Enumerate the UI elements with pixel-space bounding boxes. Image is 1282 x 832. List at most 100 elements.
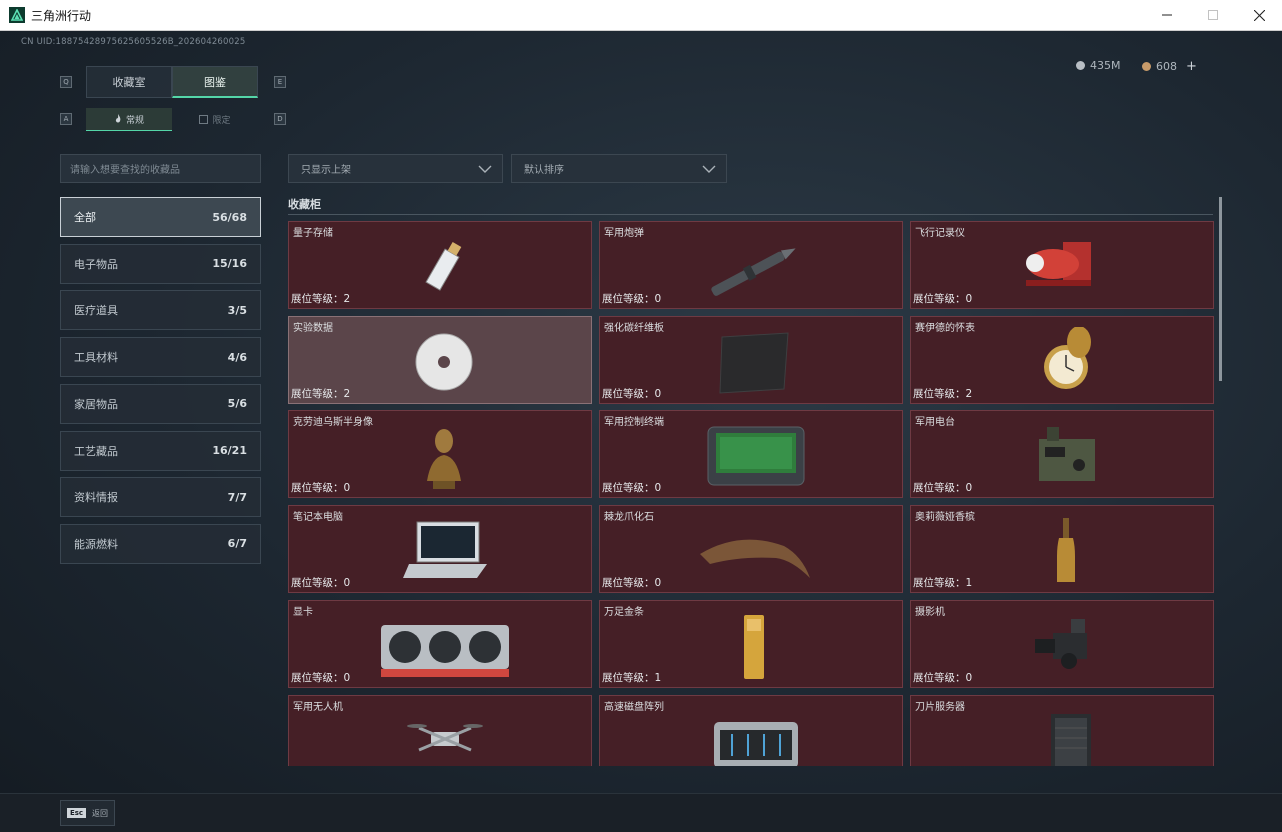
category-label: 全部 [74,211,96,224]
collection-card[interactable]: 棘龙爪化石 展位等级：0 [599,505,903,594]
flame-icon [115,114,121,123]
collection-card[interactable]: 量子存储 展位等级：2 [288,221,592,309]
level-value: 0 [343,577,351,590]
collection-card[interactable]: 奥莉薇娅香槟 展位等级：1 [910,505,1214,594]
collection-card[interactable]: 刀片服务器 [910,694,1214,766]
level-value: 2 [343,293,351,305]
category-item[interactable]: 全部 56/68 [60,197,261,237]
item-name: 军用炮弹 [604,228,644,239]
item-level: 展位等级：1 [602,670,661,685]
military-radio-icon [1039,427,1095,482]
sort-dropdown[interactable]: 默认排序 [511,154,727,183]
silver-amount: 435M [1090,59,1121,72]
player-uid: CN UID:18875428975625605526B_20260426002… [21,37,246,47]
back-button[interactable]: Esc 返回 [60,800,115,826]
gold-bar-icon [744,614,764,679]
category-count: 15/16 [212,257,247,271]
collection-card[interactable]: 高速磁盘阵列 [599,694,903,766]
collection-card[interactable]: 万足金条展位等级：1 [599,599,903,688]
category-count: 4/6 [227,350,247,364]
level-value: 0 [965,482,973,495]
pocket-watch-icon [1044,326,1091,389]
key-hint-q: Q [60,76,72,88]
item-name: 克劳迪乌斯半身像 [293,417,373,429]
collection-card[interactable]: 军用无人机 [288,694,592,766]
minimize-button[interactable] [1144,0,1190,31]
collection-card[interactable]: 笔记本电脑 展位等级：0 [288,505,592,594]
currency-bronze: 608 + [1142,59,1197,74]
carbon-plate-icon [719,332,789,394]
tab-label: 图鉴 [204,75,226,89]
item-name: 飞行记录仪 [915,228,965,239]
category-item[interactable]: 资料情报 7/7 [60,477,261,518]
category-item[interactable]: 家居物品 5/6 [60,383,261,424]
collection-card[interactable]: 军用炮弹展位等级：0 [599,221,903,309]
dropdown-value: 只显示上架 [301,165,351,176]
collection-card[interactable]: 克劳迪乌斯半身像 展位等级：0 [288,410,592,499]
chevron-down-icon [702,165,716,173]
level-value: 0 [965,671,973,684]
category-item[interactable]: 工艺藏品 16/21 [60,430,261,471]
close-button[interactable] [1236,0,1282,31]
level-label: 展位等级： [291,293,344,305]
category-label: 资料情报 [74,491,118,505]
subtab-label: 限定 [212,116,231,126]
collection-card[interactable]: 实验数据 展位等级：2 [288,315,592,404]
category-item[interactable]: 电子物品 15/16 [60,243,261,284]
item-name: 赛伊德的怀表 [915,322,975,334]
close-icon [1253,9,1265,21]
level-label: 展位等级： [602,482,655,495]
level-value: 0 [654,293,662,305]
level-label: 展位等级： [291,482,344,495]
maximize-button[interactable] [1190,0,1236,31]
item-name: 实验数据 [293,322,333,334]
category-item[interactable]: 能源燃料 6/7 [60,523,261,564]
champagne-bottle-icon [1057,518,1075,583]
item-level: 展位等级：0 [602,575,661,590]
currency-silver: 435M [1076,59,1121,72]
item-name: 万足金条 [604,606,644,618]
subtab-limited[interactable]: 限定 [172,108,258,131]
collection-card[interactable]: 赛伊德的怀表 展位等级：2 [910,315,1214,404]
collection-card[interactable]: 显卡展位等级：0 [288,599,592,688]
collection-card[interactable]: 飞行记录仪展位等级：0 [910,221,1214,309]
scrollbar[interactable] [1219,197,1222,381]
window-title: 三角洲行动 [31,8,92,23]
item-level: 展位等级：0 [602,480,661,495]
collection-card[interactable]: 军用电台 展位等级：0 [910,410,1214,499]
collection-card[interactable]: 摄影机 展位等级：0 [910,599,1214,688]
collection-card[interactable]: 强化碳纤维板 展位等级：0 [599,315,903,404]
item-level: 展位等级：0 [913,291,972,306]
drone-icon [407,723,483,751]
item-name: 高速磁盘阵列 [604,701,664,713]
key-hint-e: E [274,76,286,88]
level-value: 1 [654,671,662,684]
tab-codex[interactable]: 图鉴 [172,66,258,98]
item-name: 军用电台 [915,417,955,429]
tab-collection-room[interactable]: 收藏室 [86,66,172,98]
graphics-card-icon [381,624,509,677]
item-level: 展位等级：0 [602,291,661,306]
laptop-icon [403,521,487,579]
tab-label: 收藏室 [112,76,146,89]
item-level: 展位等级：0 [291,670,350,685]
title-bar: 三角洲行动 [0,0,1282,31]
item-name: 奥莉薇娅香槟 [915,512,975,524]
category-item[interactable]: 工具材料 4/6 [60,337,261,378]
level-label: 展位等级： [291,387,344,400]
search-input[interactable]: 请输入想要查找的收藏品 [60,154,261,183]
subtab-regular[interactable]: 常规 [86,108,172,131]
level-label: 展位等级： [602,387,655,400]
category-item[interactable]: 医疗道具 3/5 [60,290,261,331]
add-currency-button[interactable]: + [1186,59,1197,74]
item-name: 显卡 [293,606,313,618]
level-value: 0 [654,577,662,590]
back-label: 返回 [92,808,109,818]
category-label: 工具材料 [74,351,118,365]
shelf-filter-dropdown[interactable]: 只显示上架 [288,154,503,183]
category-label: 能源燃料 [74,537,118,551]
category-count: 5/6 [227,397,247,411]
level-value: 0 [343,671,351,684]
collection-card[interactable]: 军用控制终端 展位等级：0 [599,410,903,499]
bronze-coin-icon [1142,62,1151,71]
